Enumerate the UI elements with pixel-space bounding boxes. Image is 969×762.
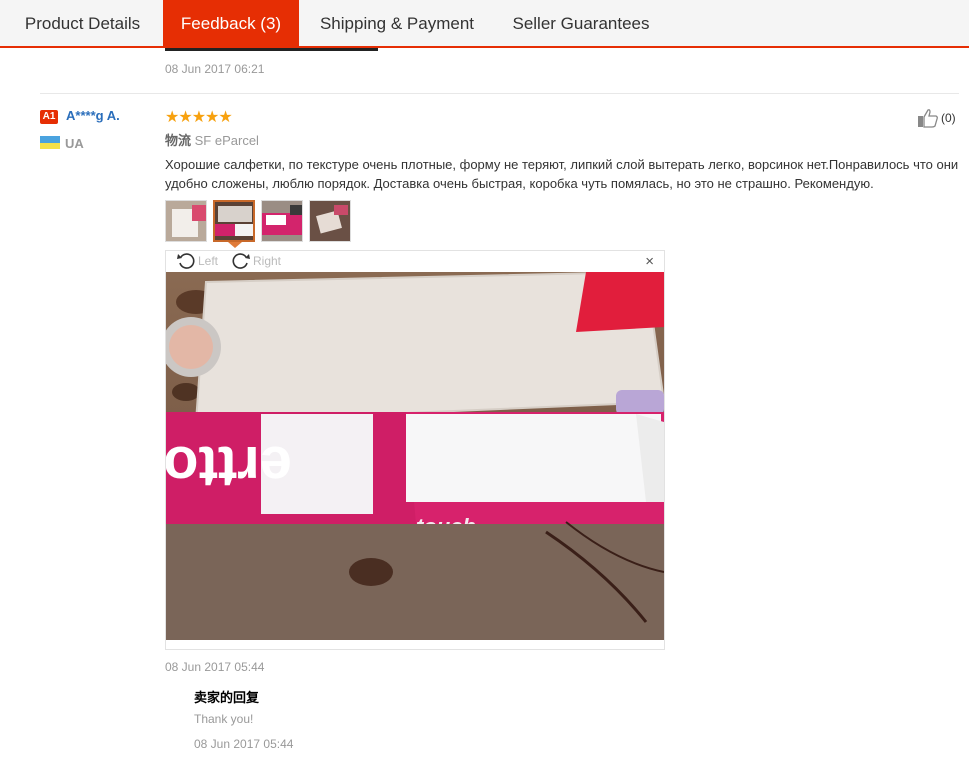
logistics-value: SF eParcel [194, 133, 259, 148]
close-viewer-button[interactable]: × [645, 253, 654, 270]
rating-stars: ★★★★★ [165, 109, 233, 126]
seller-reply-title: 卖家的回复 [194, 690, 260, 705]
review-thumbnail-1[interactable] [165, 200, 207, 242]
tab-bar: Product Details Feedback (3) Shipping & … [0, 0, 969, 48]
review-thumbnail-4[interactable] [309, 200, 351, 242]
user-level-badge: A1 [40, 110, 58, 124]
tab-seller-guarantees[interactable]: Seller Guarantees [495, 0, 667, 46]
seller-reply-text: Thank you! [194, 712, 254, 726]
user-name: A****g A. [66, 108, 120, 123]
review-text: Хорошие салфетки, по текстуре очень плот… [165, 157, 959, 191]
feedback-divider [40, 93, 959, 94]
previous-feedback-date: 08 Jun 2017 06:21 [165, 62, 265, 76]
helpful-count: (0) [941, 111, 956, 125]
selected-thumbnail-pointer [228, 242, 242, 248]
image-viewer-toolbar: Left Right × [166, 251, 664, 272]
review-thumbnail-3[interactable] [261, 200, 303, 242]
logistics-info: 物流 SF eParcel [165, 130, 259, 149]
thumbs-up-icon [918, 109, 938, 128]
rotate-left-button[interactable]: Left [176, 251, 218, 271]
logistics-label: 物流 [165, 133, 192, 148]
image-viewer: Left Right × ertto [165, 250, 665, 650]
review-thumbnail-2[interactable] [213, 200, 255, 242]
seller-reply-date: 08 Jun 2017 05:44 [194, 737, 294, 751]
helpful-button[interactable]: (0) [917, 108, 956, 128]
review-photo-large: ertto touch [166, 272, 664, 640]
user-country: UA [65, 136, 84, 151]
rotate-right-icon [232, 253, 250, 269]
rotate-right-button[interactable]: Right [231, 251, 281, 271]
feedback-date: 08 Jun 2017 05:44 [165, 660, 265, 674]
rotate-right-label: Right [253, 254, 282, 268]
tab-product-details[interactable]: Product Details [0, 0, 165, 46]
review-thumbnails [165, 200, 351, 242]
country-flag-icon [40, 136, 60, 149]
rotate-left-icon [177, 253, 195, 269]
tab-shipping-payment[interactable]: Shipping & Payment [299, 0, 495, 46]
tab-scroll-indicator [165, 48, 378, 51]
rotate-left-label: Left [198, 254, 219, 268]
svg-text:ertto: ertto [166, 434, 292, 499]
tab-feedback[interactable]: Feedback (3) [163, 0, 299, 48]
